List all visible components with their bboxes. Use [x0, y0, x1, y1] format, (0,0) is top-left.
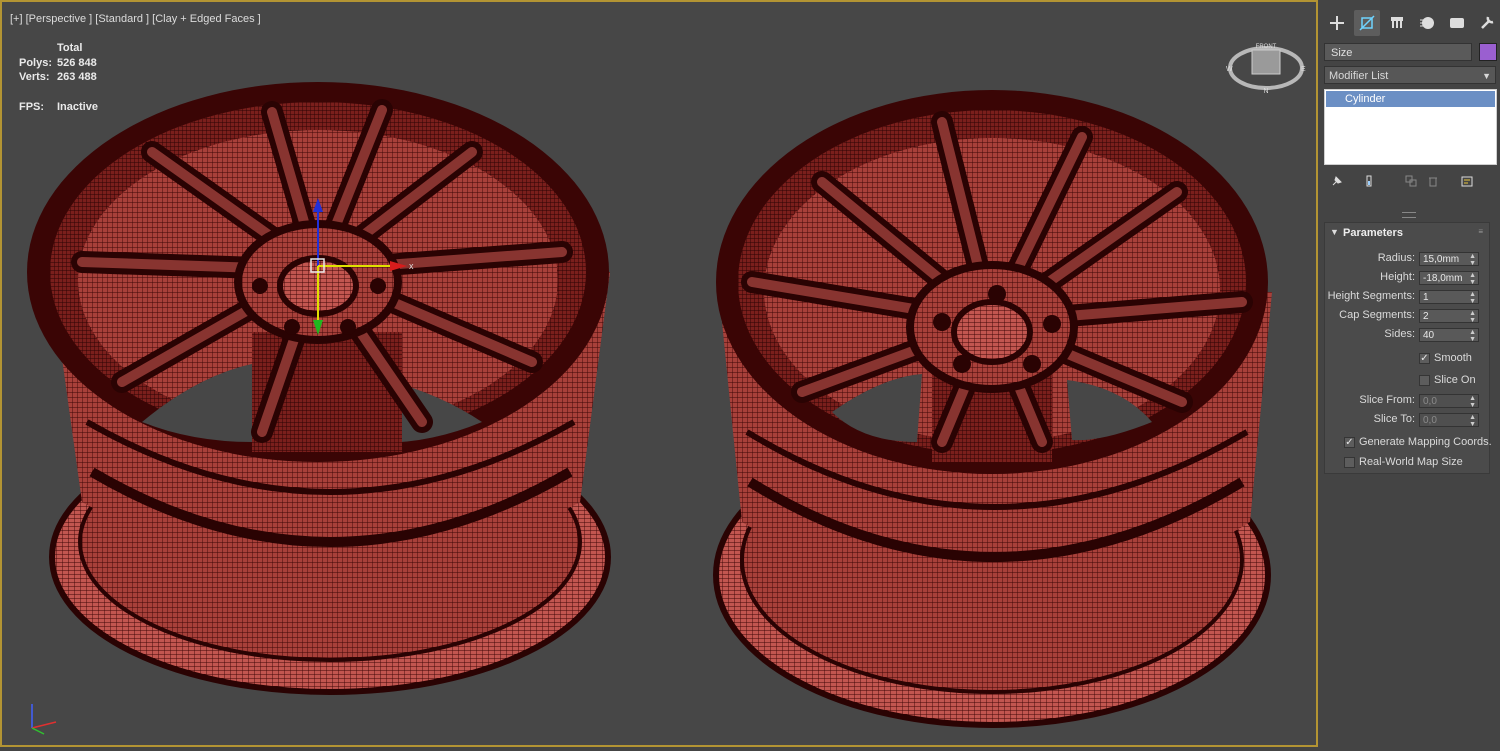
wheel-models[interactable]: x — [2, 2, 1316, 745]
wheel-right[interactable] — [713, 90, 1272, 728]
height-segments-label: Height Segments: — [1327, 290, 1415, 302]
modifier-list-dropdown[interactable]: Modifier List ▼ — [1324, 66, 1496, 84]
gizmo-x-label: x — [409, 261, 414, 271]
modify-tab[interactable] — [1354, 10, 1380, 36]
smooth-check-icon[interactable]: ✓ — [1419, 353, 1430, 364]
radius-value: 15,0mm — [1423, 254, 1460, 265]
display-tab[interactable] — [1444, 10, 1470, 36]
sides-row: Sides: 40 ▲ ▼ — [1325, 328, 1485, 343]
slice-to-spinner[interactable]: 0,0 ▲ ▼ — [1419, 413, 1479, 428]
hierarchy-tab[interactable] — [1384, 10, 1410, 36]
viewcube-front-label: FRONT — [1256, 44, 1277, 50]
pin-stack-icon[interactable] — [1328, 172, 1346, 190]
modifier-stack[interactable]: Cylinder — [1324, 89, 1497, 165]
slice-on-label: Slice On — [1434, 374, 1476, 386]
create-icon — [1330, 16, 1344, 30]
cap-segments-label: Cap Segments: — [1339, 309, 1415, 321]
show-end-result-icon[interactable] — [1360, 172, 1378, 190]
utilities-tab[interactable] — [1474, 10, 1500, 36]
stack-item-cylinder[interactable]: Cylinder — [1326, 91, 1495, 107]
spinner-arrows-icon[interactable]: ▲ ▼ — [1469, 272, 1476, 286]
command-panel-tabs — [1324, 10, 1494, 40]
radius-spinner[interactable]: 15,0mm ▲ ▼ — [1419, 252, 1479, 267]
viewcube-icon[interactable]: FRONT N W E — [1224, 38, 1308, 94]
display-icon — [1450, 18, 1464, 28]
object-color-swatch[interactable] — [1479, 43, 1497, 61]
stack-tools — [1328, 172, 1488, 192]
real-world-check-icon[interactable] — [1344, 457, 1355, 468]
remove-modifier-icon[interactable] — [1424, 172, 1442, 190]
height-spinner[interactable]: -18,0mm ▲ ▼ — [1419, 271, 1479, 286]
perspective-viewport[interactable]: [+] [Perspective ] [Standard ] [Clay + E… — [0, 0, 1318, 747]
cap-segments-spinner[interactable]: 2 ▲ ▼ — [1419, 309, 1479, 324]
viewcube-e-label: E — [1301, 66, 1306, 73]
radius-row: Radius: 15,0mm ▲ ▼ — [1325, 252, 1485, 267]
slice-from-label: Slice From: — [1359, 394, 1415, 406]
height-segments-spinner[interactable]: 1 ▲ ▼ — [1419, 290, 1479, 305]
generate-mapping-label: Generate Mapping Coords. — [1359, 436, 1492, 448]
spinner-arrows-icon[interactable]: ▲ ▼ — [1469, 253, 1476, 267]
panel-divider-grip[interactable] — [1402, 212, 1416, 218]
height-segments-row: Height Segments: 1 ▲ ▼ — [1325, 290, 1485, 305]
utilities-icon — [1481, 16, 1494, 29]
modify-icon — [1359, 15, 1375, 31]
motion-tab[interactable] — [1414, 10, 1440, 36]
viewcube-n-label: N — [1263, 88, 1268, 94]
sides-label: Sides: — [1384, 328, 1415, 340]
spinner-arrows-icon[interactable]: ▲ ▼ — [1469, 414, 1476, 428]
slice-to-value: 0,0 — [1423, 415, 1437, 426]
radius-label: Radius: — [1377, 252, 1415, 264]
slice-to-label: Slice To: — [1373, 413, 1415, 425]
wheel-left[interactable] — [27, 82, 611, 695]
command-panel: Size Modifier List ▼ Cylinder ▼ Paramete… — [1318, 0, 1500, 751]
cap-segments-row: Cap Segments: 2 ▲ ▼ — [1325, 309, 1485, 324]
spinner-arrows-icon[interactable]: ▲ ▼ — [1469, 329, 1476, 343]
modifier-list-label: Modifier List — [1329, 70, 1389, 82]
parameters-rollout: ▼ Parameters ≡ Radius: 15,0mm ▲ ▼ Height: … — [1324, 222, 1492, 474]
world-axis-tripod-icon — [31, 704, 57, 735]
real-world-label: Real-World Map Size — [1359, 456, 1463, 468]
motion-icon — [1420, 17, 1434, 29]
object-name-field[interactable]: Size — [1324, 43, 1472, 61]
height-segments-value: 1 — [1423, 292, 1429, 303]
spinner-arrows-icon[interactable]: ▲ ▼ — [1469, 310, 1476, 324]
configure-modifier-sets-icon[interactable] — [1458, 172, 1476, 190]
smooth-label: Smooth — [1434, 352, 1472, 364]
slice-on-check-icon[interactable] — [1419, 375, 1430, 386]
sides-value: 40 — [1423, 330, 1435, 341]
slice-from-spinner[interactable]: 0,0 ▲ ▼ — [1419, 394, 1479, 409]
sides-spinner[interactable]: 40 ▲ ▼ — [1419, 328, 1479, 343]
make-unique-icon[interactable] — [1402, 172, 1420, 190]
cap-segments-value: 2 — [1423, 311, 1429, 322]
create-tab[interactable] — [1324, 10, 1350, 36]
height-row: Height: -18,0mm ▲ ▼ — [1325, 271, 1485, 286]
slice-to-row: Slice To: 0,0 ▲ ▼ — [1325, 413, 1485, 428]
spinner-arrows-icon[interactable]: ▲ ▼ — [1469, 395, 1476, 409]
slice-from-row: Slice From: 0,0 ▲ ▼ — [1325, 394, 1485, 409]
spinner-arrows-icon[interactable]: ▲ ▼ — [1469, 291, 1476, 305]
rollout-grip-icon: ≡ — [1478, 227, 1483, 236]
height-value: -18,0mm — [1423, 273, 1463, 284]
hierarchy-icon — [1391, 17, 1403, 28]
viewcube-w-label: W — [1226, 66, 1233, 73]
rollout-collapse-icon[interactable]: ▼ — [1330, 227, 1339, 237]
generate-mapping-check-icon[interactable]: ✓ — [1344, 437, 1355, 448]
rollout-title[interactable]: Parameters — [1343, 227, 1403, 239]
slice-from-value: 0,0 — [1423, 396, 1437, 407]
height-label: Height: — [1380, 271, 1415, 283]
chevron-down-icon: ▼ — [1482, 71, 1491, 81]
